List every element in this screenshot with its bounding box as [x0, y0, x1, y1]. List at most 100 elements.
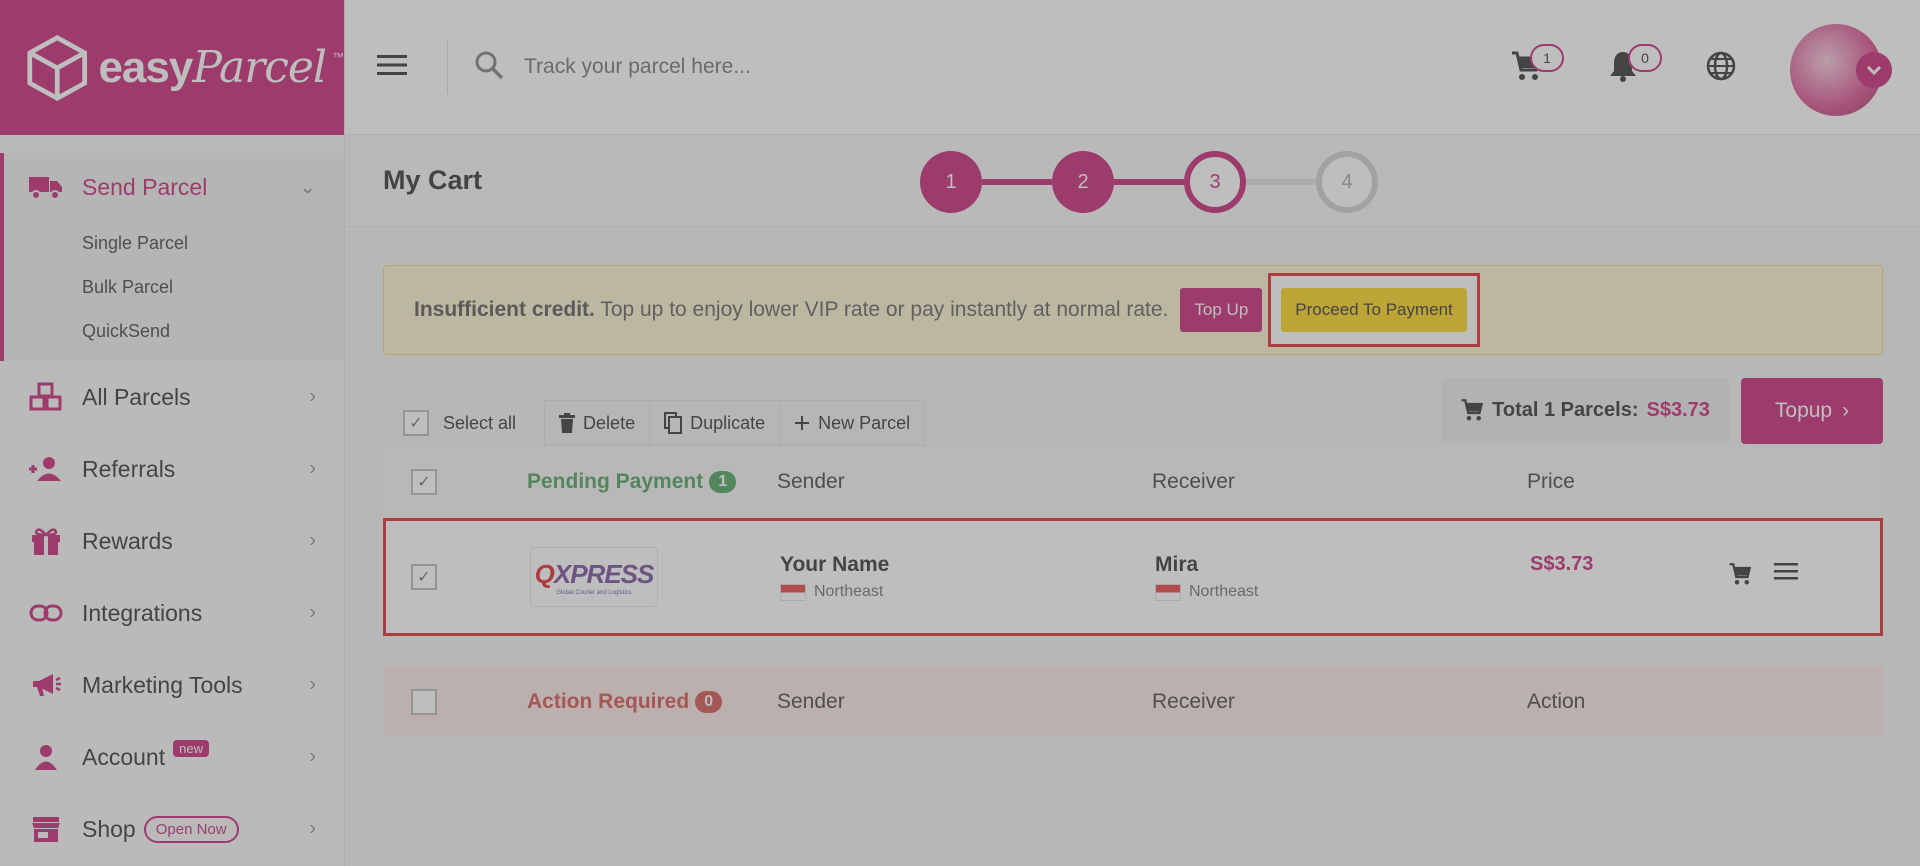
step-connector — [982, 179, 1052, 185]
sidebar-item-send-parcel[interactable]: Send Parcel ⌄ — [4, 153, 344, 221]
sidebar-item-all-parcels[interactable]: All Parcels › — [0, 361, 344, 433]
insufficient-credit-alert: Insufficient credit. Top up to enjoy low… — [383, 265, 1883, 355]
user-icon — [26, 740, 66, 774]
boxes-icon — [26, 380, 66, 414]
main-content: My Cart 1 2 3 4 Insufficient credit. Top… — [345, 135, 1920, 866]
proceed-to-payment-button[interactable]: Proceed To Payment — [1281, 288, 1467, 332]
plus-icon — [795, 416, 810, 430]
link-icon — [26, 596, 66, 630]
receiver-name: Mira — [1155, 553, 1199, 576]
hamburger-menu-icon[interactable] — [377, 54, 407, 81]
page-title: My Cart — [383, 165, 483, 195]
notification-count-badge: 0 — [1628, 44, 1662, 72]
select-all-checkbox[interactable]: ✓ — [403, 410, 429, 436]
brand-name: easyParcel — [98, 42, 327, 93]
chevron-right-icon: › — [309, 673, 316, 696]
checkout-stepper: 1 2 3 4 — [920, 151, 1378, 213]
sender-region: Northeast — [780, 583, 1155, 601]
alert-message: Insufficient credit. Top up to enjoy low… — [414, 298, 1168, 322]
top-up-button[interactable]: Top Up — [1180, 288, 1263, 332]
trash-icon — [559, 413, 576, 433]
select-all-control[interactable]: ✓ Select all — [403, 410, 516, 436]
sidebar-subitem-single-parcel[interactable]: Single Parcel — [4, 221, 344, 265]
brand-logo[interactable]: easyParcel ™ — [0, 0, 344, 135]
col-header-sender: Sender — [777, 470, 845, 493]
select-all-label: Select all — [443, 412, 517, 433]
topup-button[interactable]: Topup › — [1741, 378, 1883, 444]
row-menu-icon[interactable] — [1774, 562, 1799, 592]
action-required-count-badge: 0 — [695, 691, 723, 713]
megaphone-icon — [26, 668, 66, 702]
row-price: S$3.73 — [1530, 553, 1594, 575]
courier-logo-text: QXPRESS — [534, 558, 655, 590]
pending-table-header: ✓ Pending Payment 1 Sender Receiver Pric… — [383, 447, 1883, 517]
notification-button[interactable]: 0 — [1608, 44, 1662, 87]
receiver-region: Northeast — [1155, 583, 1530, 601]
duplicate-label: Duplicate — [690, 412, 766, 433]
sidebar-item-label: Referrals — [82, 455, 176, 482]
row-actions — [1728, 562, 1799, 592]
chevron-right-icon: › — [309, 817, 316, 840]
sidebar-item-label: Shop — [82, 815, 136, 842]
chevron-right-icon: › — [309, 457, 316, 480]
action-required-select-checkbox[interactable] — [411, 689, 437, 715]
col-header-sender: Sender — [777, 690, 845, 713]
header-checkbox-cell — [383, 689, 527, 715]
brand-name-part1: easy — [98, 43, 193, 92]
duplicate-button[interactable]: Duplicate — [650, 401, 781, 445]
step-1: 1 — [920, 151, 982, 213]
add-to-cart-icon[interactable] — [1728, 562, 1752, 592]
cart-toolbar: ✓ Select all Delete Duplicate New Parcel — [383, 400, 926, 446]
total-label: Total 1 Parcels: — [1492, 398, 1639, 421]
chevron-right-icon: › — [309, 385, 316, 408]
language-button[interactable] — [1705, 50, 1737, 87]
sidebar-subitem-quicksend[interactable]: QuickSend — [4, 309, 344, 353]
sidebar-subitem-bulk-parcel[interactable]: Bulk Parcel — [4, 265, 344, 309]
action-required-label: Action Required — [527, 690, 690, 713]
sidebar-item-shop[interactable]: Shop Open Now › — [0, 793, 344, 865]
cart-icon — [1461, 399, 1484, 421]
chevron-right-icon: › — [309, 745, 316, 768]
sender-region-label: Northeast — [814, 583, 884, 600]
truck-icon — [26, 170, 66, 204]
pending-count-badge: 1 — [709, 471, 737, 493]
col-header-price: Price — [1527, 470, 1575, 493]
sidebar-item-integrations[interactable]: Integrations › — [0, 577, 344, 649]
cart-count-badge: 1 — [1530, 44, 1564, 72]
courier-tagline: Global Courier and Logistics — [556, 589, 632, 596]
chevron-down-icon[interactable] — [1856, 52, 1892, 88]
pending-select-checkbox[interactable]: ✓ — [411, 469, 437, 495]
new-parcel-button[interactable]: New Parcel — [780, 401, 924, 445]
sidebar-item-rewards[interactable]: Rewards › — [0, 505, 344, 577]
sidebar-item-label: Integrations — [82, 599, 203, 626]
total-amount: S$3.73 — [1646, 398, 1710, 421]
topup-label: Topup — [1774, 399, 1833, 422]
step-2: 2 — [1052, 151, 1114, 213]
sidebar-item-marketing-tools[interactable]: Marketing Tools › — [0, 649, 344, 721]
gift-icon — [26, 524, 66, 558]
courier-logo-first: Q — [534, 558, 555, 589]
box-logo-icon — [27, 34, 88, 101]
cart-total: Total 1 Parcels: S$3.73 — [1441, 378, 1729, 442]
delete-button[interactable]: Delete — [545, 401, 651, 445]
cart-button[interactable]: 1 — [1510, 44, 1564, 87]
courier-logo-rest: XPRESS — [553, 558, 654, 589]
bulk-actions: Delete Duplicate New Parcel — [544, 400, 926, 446]
nav-send-parcel-group: Send Parcel ⌄ Single Parcel Bulk Parcel … — [0, 153, 344, 361]
row-checkbox-cell: ✓ — [386, 564, 530, 590]
sidebar-item-label: All Parcels — [82, 383, 191, 410]
sidebar-item-account[interactable]: Account new › — [0, 721, 344, 793]
top-bar: 1 0 — [345, 0, 1920, 135]
col-header-receiver: Receiver — [1152, 690, 1235, 713]
divider — [447, 40, 448, 94]
action-required-status: Action Required 0 — [527, 690, 777, 714]
search-icon[interactable] — [474, 50, 504, 85]
sender-name: Your Name — [780, 553, 890, 576]
col-header-receiver: Receiver — [1152, 470, 1235, 493]
row-checkbox[interactable]: ✓ — [411, 564, 437, 590]
track-parcel-input[interactable] — [524, 55, 1424, 79]
chevron-down-icon: ⌄ — [299, 176, 316, 199]
trademark: ™ — [332, 49, 344, 64]
sidebar-item-referrals[interactable]: Referrals › — [0, 433, 344, 505]
sidebar-item-label: Send Parcel — [82, 173, 208, 200]
